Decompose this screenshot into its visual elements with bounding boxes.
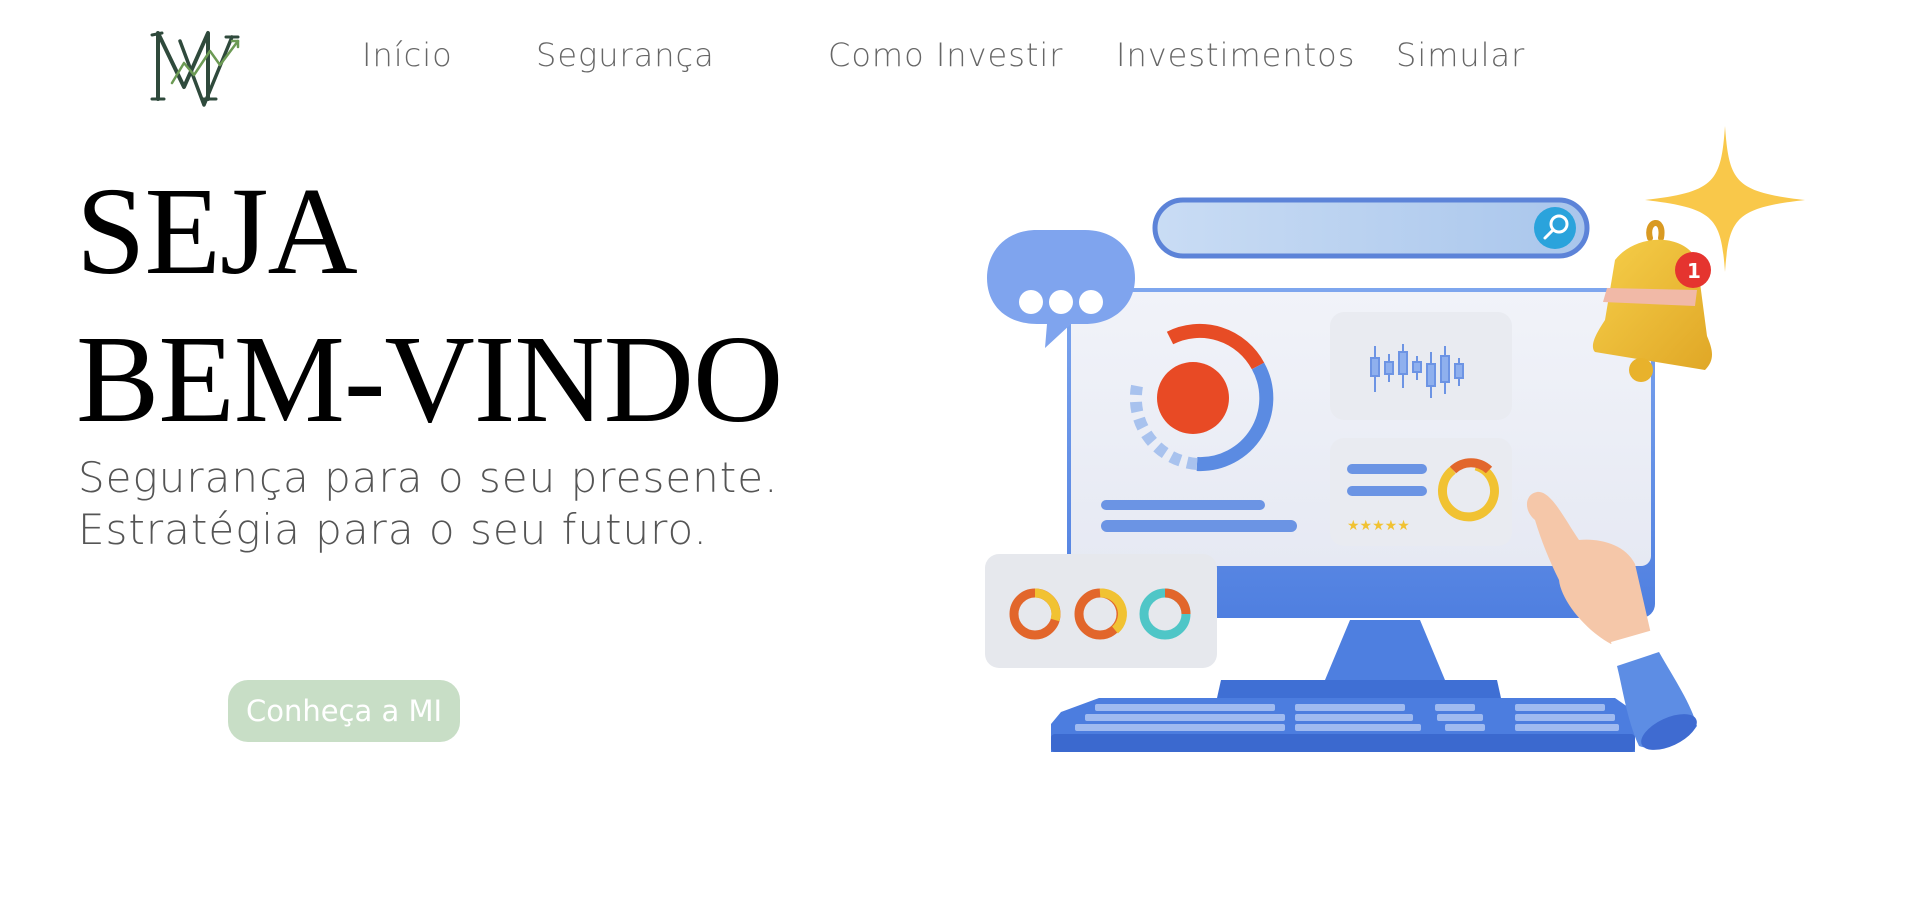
candlestick-icon — [1330, 312, 1512, 420]
nav-link-inicio[interactable]: Início — [362, 36, 453, 74]
donuts-card — [985, 554, 1217, 668]
notification-count: 1 — [1687, 259, 1701, 283]
hero-subtitle-line-2: Estratégia para o seu futuro. — [78, 505, 708, 554]
hero-illustration: ★★★★★ 1 — [985, 126, 1805, 752]
nav-link-seguranca[interactable]: Segurança — [536, 36, 715, 74]
hero-subtitle: Segurança para o seu presente. Estratégi… — [78, 452, 778, 556]
hero-title-line-1: SEJA — [76, 163, 358, 301]
hero-title: SEJA BEM-VINDO — [76, 158, 783, 454]
nav-link-como-investir[interactable]: Como Investir — [828, 36, 1063, 74]
cta-button[interactable]: Conheça a MI — [228, 680, 460, 742]
rating-stars: ★★★★★ — [1347, 518, 1410, 534]
magnifier-icon — [1534, 207, 1576, 249]
search-bar-graphic — [1152, 197, 1590, 259]
monitor-stand — [1325, 620, 1445, 680]
nav-link-investimentos[interactable]: Investimentos — [1116, 36, 1355, 74]
rating-card: ★★★★★ — [1330, 438, 1512, 546]
nav-link-simular[interactable]: Simular — [1396, 36, 1525, 74]
main-nav: Início Segurança Como Investir Investime… — [0, 36, 1920, 92]
hero-subtitle-line-1: Segurança para o seu presente. — [78, 453, 779, 502]
hero-title-line-2: BEM-VINDO — [76, 311, 783, 449]
keyboard-icon — [1051, 698, 1635, 752]
